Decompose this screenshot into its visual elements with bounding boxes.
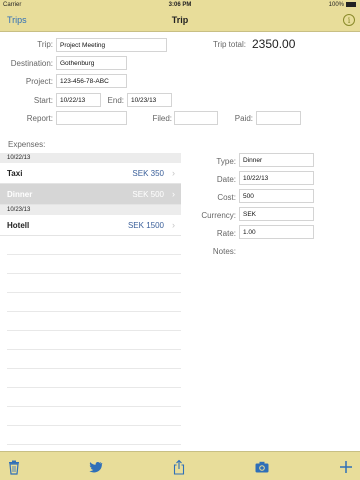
paid-field[interactable] [256,111,301,125]
camera-icon[interactable] [254,459,270,475]
expense-name: Taxi [7,169,23,178]
chevron-right-icon: › [172,189,175,199]
page-title: Trip [171,15,189,25]
date-label: Date: [216,175,236,184]
project-label: Project: [25,77,53,86]
report-label: Report: [26,114,53,123]
expense-list: 10/22/13 Taxi SEK 350 › Dinner SEK 500 ›… [0,153,181,451]
navigation-bar: Trips Trip i [0,10,360,32]
section-header: 10/22/13 [0,153,181,163]
cost-field[interactable]: 500 [239,189,314,203]
type-label: Type: [216,157,236,166]
trip-name-field[interactable]: Project Meeting [56,38,167,52]
status-bar: Carrier 3:06 PM 100% [0,0,360,10]
empty-row [7,236,181,255]
cost-label: Cost: [217,193,236,202]
expense-row-hotell[interactable]: Hotell SEK 1500 › [0,215,181,236]
date-field[interactable]: 10/22/13 [239,171,314,185]
trip-label: Trip: [37,40,53,49]
expense-amount: SEK 1500 [127,221,164,230]
trip-total-value: 2350.00 [252,37,296,51]
currency-label: Currency: [201,211,236,220]
trash-icon[interactable] [6,459,22,475]
empty-row [7,293,181,312]
empty-row [7,388,181,407]
filed-label: Filed: [152,114,172,123]
empty-row [7,331,181,350]
start-date-field[interactable]: 10/22/13 [56,93,101,107]
rate-field[interactable]: 1.00 [239,225,314,239]
empty-row [7,350,181,369]
trip-total-label: Trip total: [212,40,246,49]
section-header: 10/23/13 [0,205,181,215]
empty-row [7,407,181,426]
expense-amount: SEK 350 [132,169,164,178]
chevron-right-icon: › [172,168,175,178]
rate-label: Rate: [216,229,236,238]
start-label: Start: [33,96,53,105]
end-label: End: [107,96,124,105]
add-icon[interactable] [338,459,354,475]
destination-field[interactable]: Gothenburg [56,56,127,70]
twitter-icon[interactable] [88,459,104,475]
destination-label: Destination: [10,59,53,68]
bottom-toolbar [0,451,360,480]
battery-percent: 100% [328,2,344,9]
empty-row [7,369,181,388]
clock: 3:06 PM [168,2,192,8]
empty-row [7,255,181,274]
currency-field[interactable]: SEK [239,207,314,221]
chevron-right-icon: › [172,220,175,230]
battery-icon [346,2,356,7]
type-field[interactable]: Dinner [239,153,314,167]
empty-row [7,312,181,331]
expense-row-dinner[interactable]: Dinner SEK 500 › [0,184,181,205]
end-date-field[interactable]: 10/23/13 [127,93,172,107]
project-field[interactable]: 123-456-78-ABC [56,74,127,88]
report-field[interactable] [56,111,127,125]
share-icon[interactable] [171,459,187,475]
expense-name: Dinner [7,190,33,199]
expense-amount: SEK 500 [132,190,164,199]
empty-rows [0,236,181,451]
info-icon[interactable]: i [343,14,355,26]
expense-name: Hotell [7,221,30,230]
expenses-title: Expenses: [8,140,46,149]
notes-label: Notes: [212,247,236,256]
expense-row-taxi[interactable]: Taxi SEK 350 › [0,163,181,184]
battery-indicator: 100% [329,2,356,8]
empty-row [7,426,181,445]
empty-row [7,274,181,293]
paid-label: Paid: [234,114,253,123]
filed-field[interactable] [174,111,218,125]
